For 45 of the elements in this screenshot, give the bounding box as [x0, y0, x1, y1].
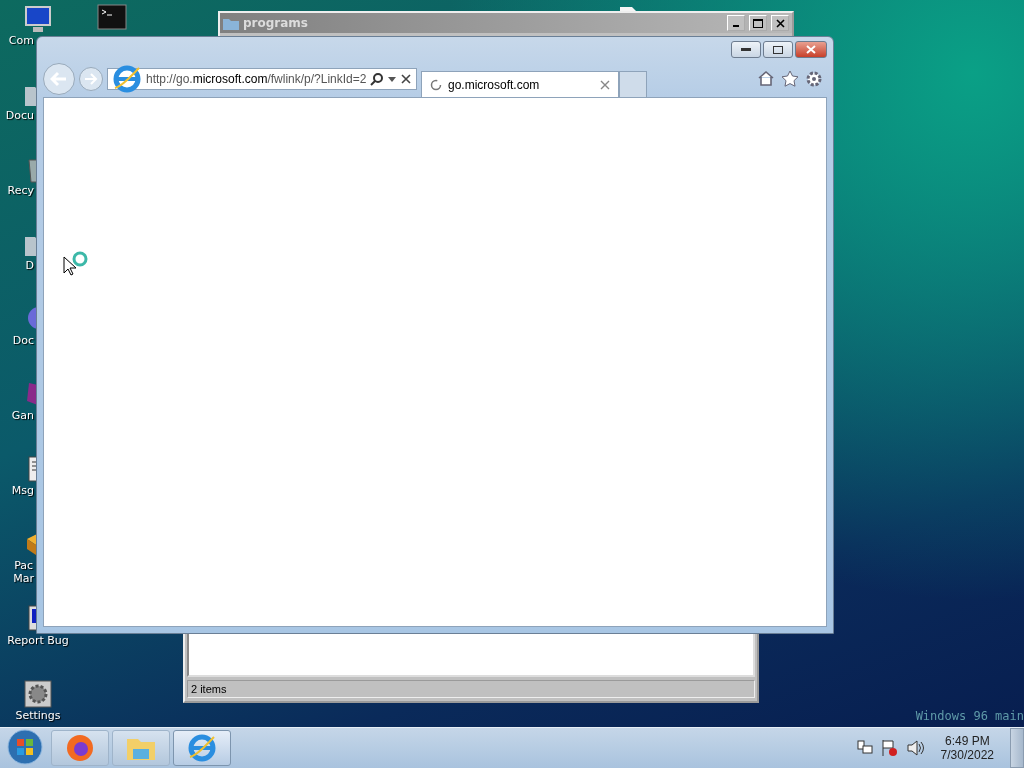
taskbar-app-button[interactable] — [51, 730, 109, 766]
icon-label[interactable]: Recy — [7, 184, 34, 197]
build-text: Windows 96 main — [915, 709, 1024, 723]
settings-icon[interactable] — [805, 70, 823, 88]
computer-icon — [23, 4, 53, 34]
windows-logo-icon — [7, 729, 43, 765]
icon-label[interactable]: Msg — [11, 484, 34, 497]
speaker-icon[interactable] — [906, 740, 925, 756]
browser-icon — [187, 733, 217, 763]
clock[interactable]: 6:49 PM 7/30/2022 — [932, 734, 1002, 762]
taskbar-app-button[interactable] — [173, 730, 231, 766]
icon-label[interactable]: Settings — [15, 709, 61, 722]
star-icon[interactable] — [781, 70, 799, 87]
minimize-button[interactable] — [731, 41, 761, 58]
maximize-icon — [753, 18, 763, 28]
settings-icon — [23, 679, 53, 709]
minimize-icon — [741, 47, 751, 52]
restore-button[interactable] — [763, 41, 793, 58]
window-title: programs — [243, 16, 309, 30]
status-bar: 2 items — [187, 680, 755, 698]
icon-label[interactable]: D — [25, 259, 34, 272]
icon-label[interactable]: Docu — [5, 109, 34, 122]
folder-icon — [223, 16, 239, 30]
browser-icon — [112, 64, 142, 94]
close-icon — [775, 18, 785, 28]
icon-label[interactable]: Gan — [11, 409, 34, 422]
close-icon — [806, 45, 816, 54]
back-arrow-icon — [50, 71, 68, 87]
flag-icon[interactable] — [880, 739, 899, 757]
network-icon[interactable] — [856, 740, 873, 756]
loading-icon — [430, 78, 442, 91]
home-icon[interactable] — [757, 70, 775, 86]
icon-label[interactable]: Report Bug — [7, 634, 69, 647]
address-bar[interactable]: http://go.microsoft.com/fwlink/p/?LinkId=2 — [107, 68, 417, 90]
caret-icon — [388, 76, 396, 82]
icon-label[interactable]: Com — [8, 34, 34, 47]
browser-tab[interactable]: go.microsoft.com — [421, 71, 619, 97]
search-icon — [370, 72, 384, 86]
icon-label[interactable]: Pac Mar — [13, 559, 34, 585]
forward-arrow-icon — [84, 73, 98, 85]
icon-label[interactable]: Doc — [12, 334, 34, 347]
maximize-button[interactable] — [749, 15, 767, 31]
restore-icon — [773, 45, 783, 54]
close-icon — [400, 73, 412, 85]
close-icon — [600, 79, 610, 90]
